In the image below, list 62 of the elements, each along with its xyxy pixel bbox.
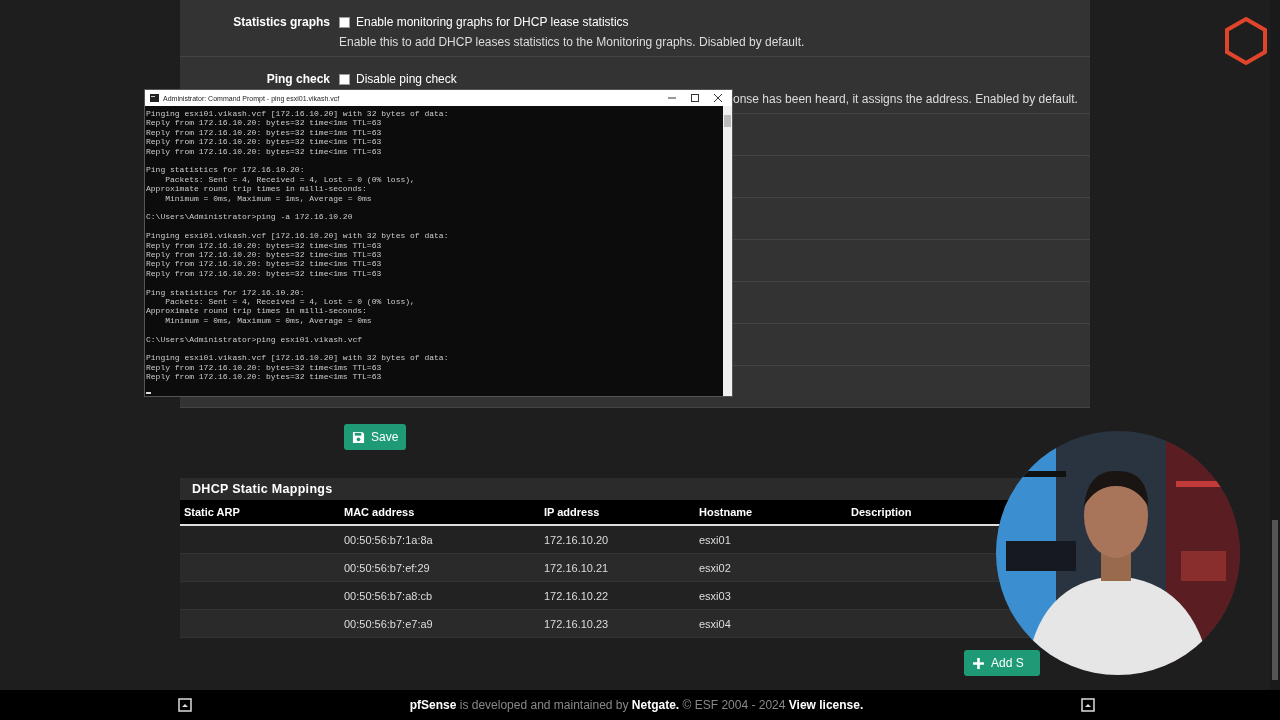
- terminal-line: Pinging esxi01.vikash.vcf [172.16.10.20] with 32 bytes of data:: [146, 109, 450, 119]
- footer-text: pfSense is developed and maintained by Netgate. © ESF 2004 - 2024 View license.: [409, 698, 864, 712]
- save-button[interactable]: Save: [344, 424, 407, 450]
- terminal-line: Reply from 172.16.10.20: bytes=32 time=1ms TTL=63: [146, 127, 383, 138]
- add-button[interactable]: Add S: [964, 650, 1040, 676]
- terminal-line: Packets: Sent = 4, Received = 4, Lost = 0 (0% loss),: [164, 174, 416, 185]
- table-cell-text: esxi04: [698, 617, 732, 630]
- checkbox[interactable]: [339, 16, 350, 28]
- terminal-icon: [150, 94, 159, 102]
- terminal-line: Approximate round trip times in milli-seconds:: [146, 306, 368, 316]
- table-cell-text: 172.16.10.20: [543, 533, 610, 546]
- close-icon[interactable]: [713, 93, 723, 103]
- table-cell-text: 172.16.10.22: [543, 589, 610, 602]
- terminal-line: Reply from 172.16.10.20: bytes=32 time<1ms TTL=63: [146, 240, 383, 251]
- terminal-line: Packets: Sent = 4, Received = 4, Lost = 0 (0% loss),: [164, 297, 416, 307]
- column-header: Hostname: [698, 506, 754, 518]
- terminal-line: Reply from 172.16.10.20: bytes=32 time<1ms TTL=63: [146, 372, 383, 382]
- checkbox[interactable]: [339, 73, 350, 85]
- column-header: Description: [850, 506, 913, 518]
- column-header: MAC address: [343, 506, 416, 518]
- terminal-line: Reply from 172.16.10.20: bytes=32 time<1ms TTL=63: [146, 137, 383, 147]
- table-cell-text: 172.16.10.21: [543, 561, 610, 574]
- table-cell-text: esxi03: [698, 589, 732, 602]
- page-scrollbar[interactable]: [1270, 0, 1280, 690]
- text-cursor: [146, 392, 151, 394]
- terminal-line: Reply from 172.16.10.20: bytes=32 time<1ms TTL=63: [146, 259, 383, 269]
- table-cell-text: 00:50:56:b7:1a:8a: [343, 533, 434, 546]
- table-cell-text: 00:50:56:b7:a8:cb: [343, 589, 434, 602]
- scrollbar[interactable]: [723, 106, 732, 396]
- setting-label: Ping check: [265, 72, 330, 87]
- save-icon: [352, 430, 365, 444]
- terminal-line: Minimum = 0ms, Maximum = 1ms, Average = 0ms: [164, 193, 373, 204]
- scroll-top-icon[interactable]: [178, 698, 192, 712]
- help-text: Enable this to add DHCP leases statistics to the Monitoring graphs. Disabled by default.: [339, 35, 805, 49]
- help-text: onse has been heard, it assigns the address. Enabled by default.: [733, 92, 1078, 106]
- checkbox-label: Disable ping check: [356, 72, 457, 86]
- table-cell-text: 00:50:56:b7:ef:29: [343, 561, 431, 574]
- terminal-line: Minimum = 0ms, Maximum = 0ms, Average = 0ms: [164, 315, 373, 326]
- terminal-line: Ping statistics for 172.16.10.20:: [146, 287, 306, 298]
- terminal-line: Pinging esxi01.vikash.vcf [172.16.10.20] with 32 bytes of data:: [146, 231, 450, 241]
- terminal-line: Reply from 172.16.10.20: bytes=32 time<1ms TTL=63: [146, 250, 383, 260]
- terminal-line: Pinging esxi01.vikash.vcf [172.16.10.20] with 32 bytes of data:: [146, 353, 450, 363]
- terminal-line: Reply from 172.16.10.20: bytes=32 time<1ms TTL=63: [146, 146, 383, 157]
- plus-icon: [972, 656, 985, 670]
- terminal-line: Reply from 172.16.10.20: bytes=32 time<1ms TTL=63: [146, 362, 383, 373]
- terminal-line: Approximate round trip times in milli-seconds:: [146, 184, 368, 194]
- checkbox-label: Enable monitoring graphs for DHCP lease statistics: [356, 15, 629, 29]
- terminal-line: C:\Users\Administrator>ping esxi01.vikash.vcf: [146, 334, 364, 345]
- column-header: IP address: [543, 506, 601, 518]
- setting-label: Statistics graphs: [232, 15, 330, 30]
- terminal-line: Reply from 172.16.10.20: bytes=32 time<1ms TTL=63: [146, 268, 383, 279]
- table-cell-text: 00:50:56:b7:e7:a9: [343, 617, 434, 630]
- table-cell-text: esxi02: [698, 561, 732, 574]
- table-cell-text: 172.16.10.23: [543, 617, 610, 630]
- column-header: Static ARP: [183, 506, 241, 518]
- scroll-top-icon[interactable]: [1081, 698, 1095, 712]
- terminal-line: Ping statistics for 172.16.10.20:: [146, 165, 306, 175]
- maximize-icon[interactable]: [690, 93, 700, 103]
- table-cell-text: esxi01: [698, 533, 732, 546]
- terminal-line: Reply from 172.16.10.20: bytes=32 time<1ms TTL=63: [146, 118, 383, 128]
- hexagon-logo-icon: [1222, 16, 1270, 68]
- terminal-line: C:\Users\Administrator>ping -a 172.16.10.20: [146, 212, 354, 222]
